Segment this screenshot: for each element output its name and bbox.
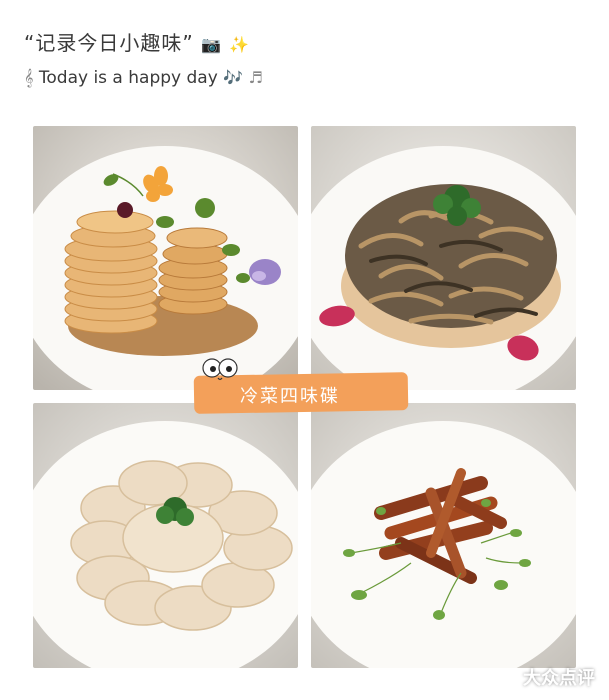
cute-face-icon: [202, 358, 238, 381]
watermark: 大众点评: [497, 664, 595, 690]
braised-strips-image: [311, 403, 576, 668]
music-notes-icon: 🎶: [223, 68, 244, 87]
potato-stack-image: [33, 126, 298, 390]
photo-sliced-root[interactable]: [33, 403, 298, 668]
page-title: “记录今日小趣味” 📷 ✨: [24, 28, 589, 60]
photo-mushroom-mound[interactable]: [311, 126, 576, 390]
photo-braised-strips[interactable]: [311, 403, 576, 668]
dianping-logo-icon: [499, 670, 517, 686]
banner-text: 冷菜四味碟: [240, 386, 340, 407]
camera-icon: 📷: [201, 35, 223, 54]
beamed-notes-icon: ♬: [248, 68, 263, 87]
mushroom-mound-image: [311, 126, 576, 390]
title-text: “记录今日小趣味”: [24, 31, 194, 55]
music-score-icon: 𝄞: [24, 68, 34, 87]
sliced-root-image: [33, 403, 298, 668]
header: “记录今日小趣味” 📷 ✨ 𝄞 Today is a happy day 🎶 ♬: [24, 28, 589, 92]
sparkles-icon: ✨: [229, 35, 251, 54]
banner-sticker: 冷菜四味碟: [188, 352, 420, 428]
page-subtitle: 𝄞 Today is a happy day 🎶 ♬: [24, 64, 589, 92]
photo-potato-stack[interactable]: [33, 126, 298, 390]
subtitle-text: Today is a happy day: [38, 68, 218, 88]
watermark-text: 大众点评: [523, 668, 595, 689]
